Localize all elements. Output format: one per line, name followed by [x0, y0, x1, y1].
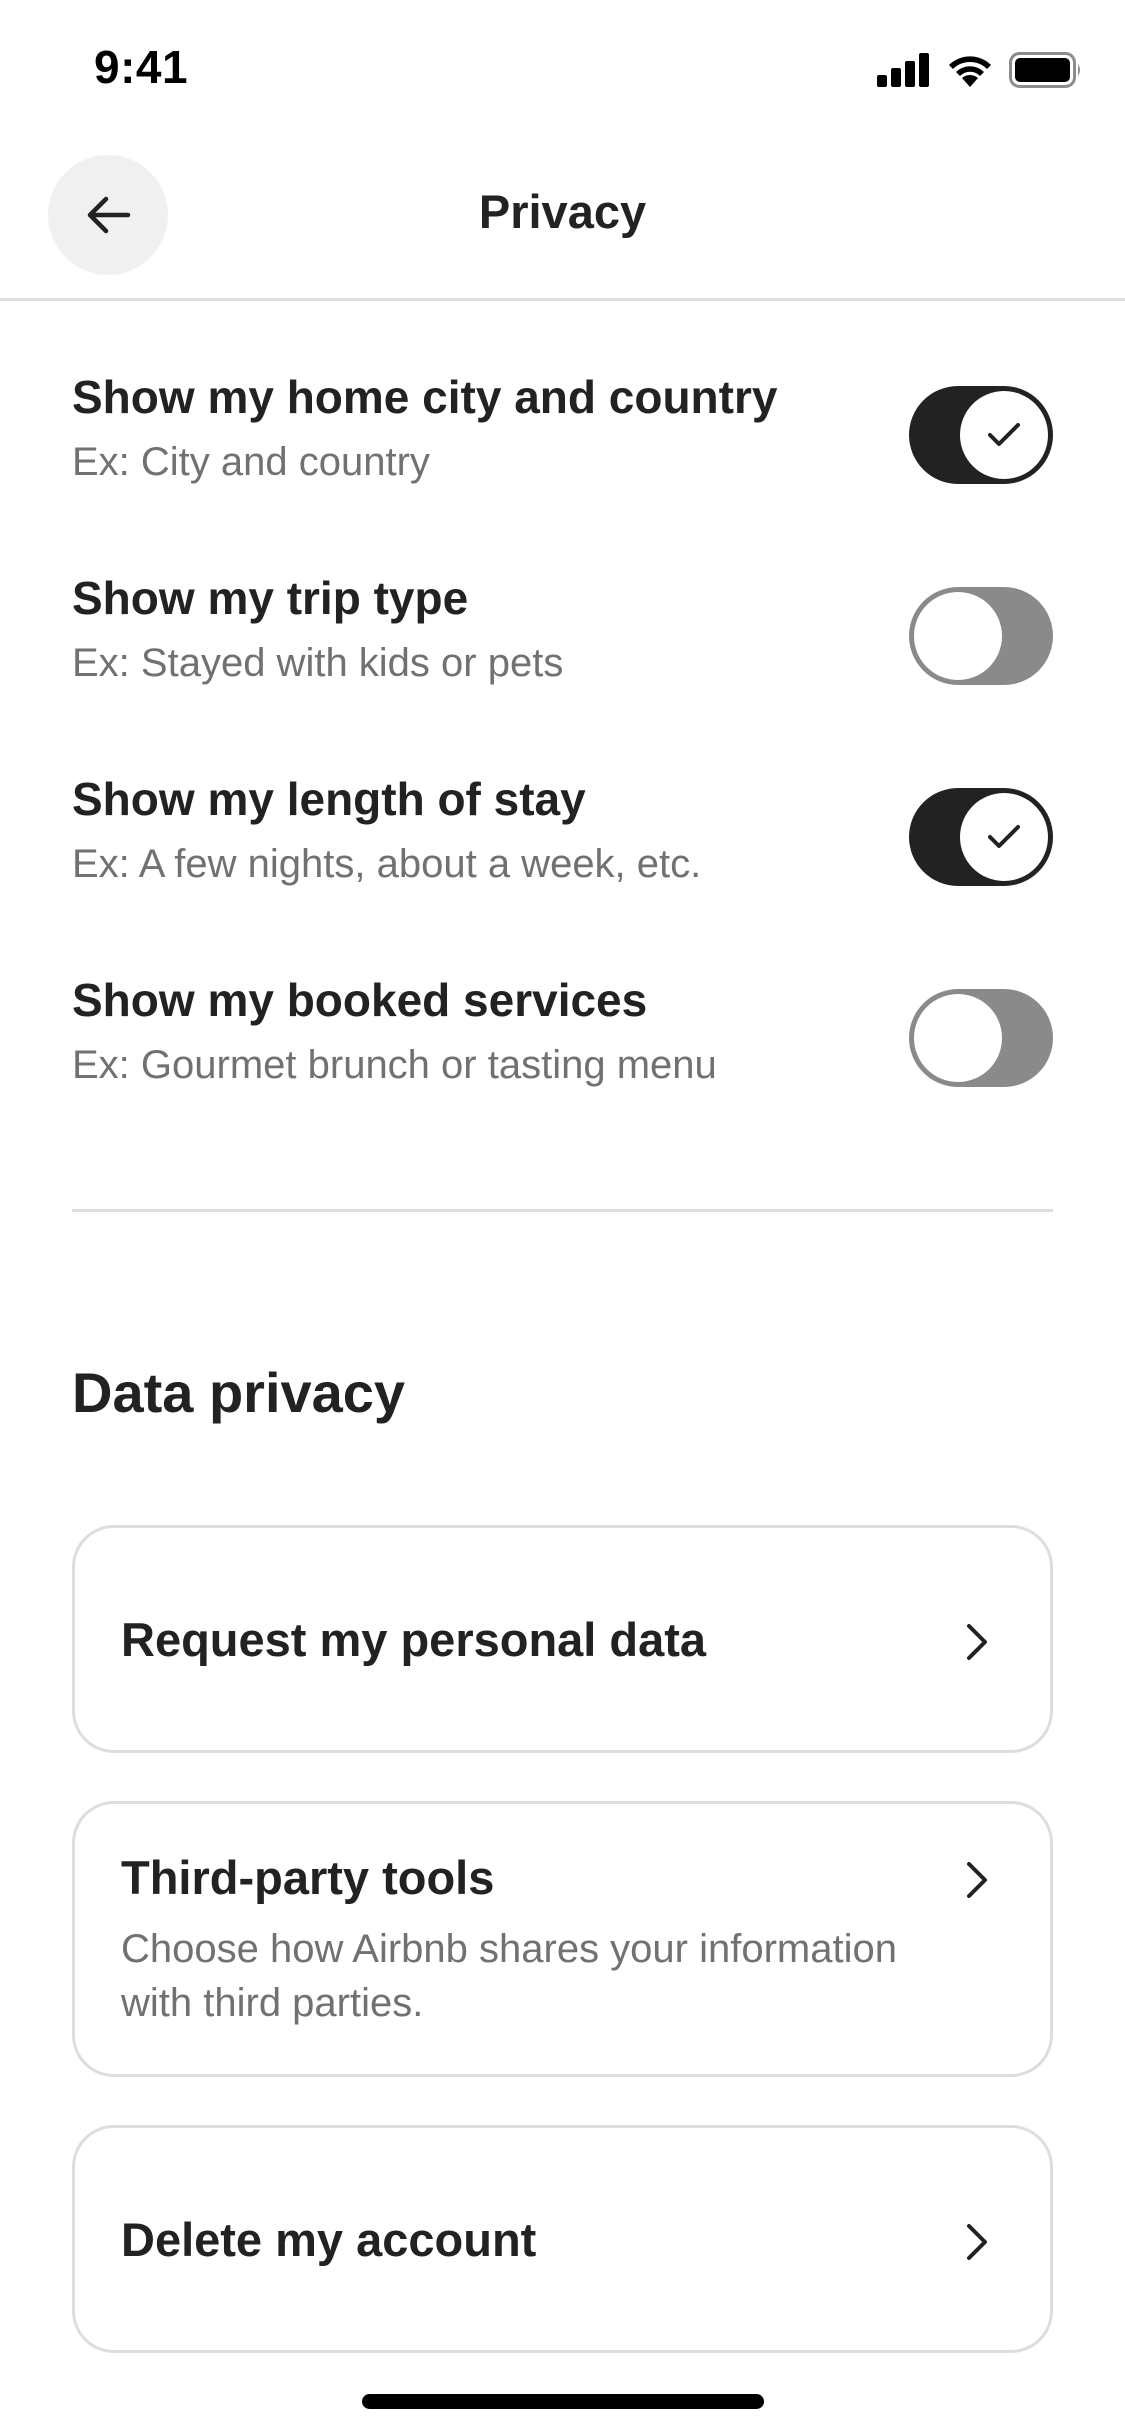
toggle-title: Show my home city and country: [72, 371, 778, 423]
cellular-signal-icon: [877, 53, 929, 87]
length-of-stay-toggle[interactable]: [909, 788, 1053, 886]
home-indicator: [362, 2394, 764, 2409]
checkmark-icon: [988, 825, 1020, 848]
home-city-toggle[interactable]: [909, 386, 1053, 484]
toggle-subtitle: Ex: Stayed with kids or pets: [72, 641, 564, 685]
card-description: Choose how Airbnb shares your informatio…: [121, 1927, 897, 2025]
header: Privacy: [0, 140, 1125, 301]
toggle-knob: [960, 391, 1048, 479]
status-time: 9:41: [94, 41, 189, 93]
wifi-icon: [949, 56, 991, 87]
toggle-row-home-city: Show my home city and country Ex: City a…: [72, 370, 1053, 520]
battery-icon: [1009, 52, 1080, 88]
section-divider: [72, 1209, 1053, 1212]
toggle-knob: [914, 994, 1002, 1082]
toggle-title: Show my length of stay: [72, 773, 586, 825]
chevron-right-icon: [967, 1862, 987, 1898]
chevron-right-icon: [967, 1624, 987, 1660]
status-bar: 9:41: [0, 0, 1125, 140]
card-title: Third-party tools: [121, 1851, 495, 1904]
toggle-row-trip-type: Show my trip type Ex: Stayed with kids o…: [72, 571, 1053, 721]
booked-services-toggle[interactable]: [909, 989, 1053, 1087]
toggle-row-length-of-stay: Show my length of stay Ex: A few nights,…: [72, 772, 1053, 922]
toggle-row-booked-services: Show my booked services Ex: Gourmet brun…: [72, 973, 1053, 1123]
card-title: Request my personal data: [121, 1613, 707, 1666]
card-title: Delete my account: [121, 2213, 537, 2266]
chevron-right-icon: [967, 2224, 987, 2260]
trip-type-toggle[interactable]: [909, 587, 1053, 685]
toggle-title: Show my booked services: [72, 974, 648, 1026]
status-icons: [877, 50, 1083, 90]
data-privacy-heading: Data privacy: [72, 1361, 406, 1424]
toggle-title: Show my trip type: [72, 572, 469, 624]
toggle-subtitle: Ex: City and country: [72, 440, 430, 484]
checkmark-icon: [988, 423, 1020, 446]
toggle-subtitle: Ex: A few nights, about a week, etc.: [72, 842, 702, 886]
toggle-knob: [914, 592, 1002, 680]
request-personal-data-card[interactable]: Request my personal data: [72, 1525, 1053, 1753]
third-party-tools-card[interactable]: Third-party tools Choose how Airbnb shar…: [72, 1801, 1053, 2077]
toggle-subtitle: Ex: Gourmet brunch or tasting menu: [72, 1043, 717, 1087]
delete-account-card[interactable]: Delete my account: [72, 2125, 1053, 2353]
toggle-knob: [960, 793, 1048, 881]
page-title: Privacy: [478, 185, 647, 238]
